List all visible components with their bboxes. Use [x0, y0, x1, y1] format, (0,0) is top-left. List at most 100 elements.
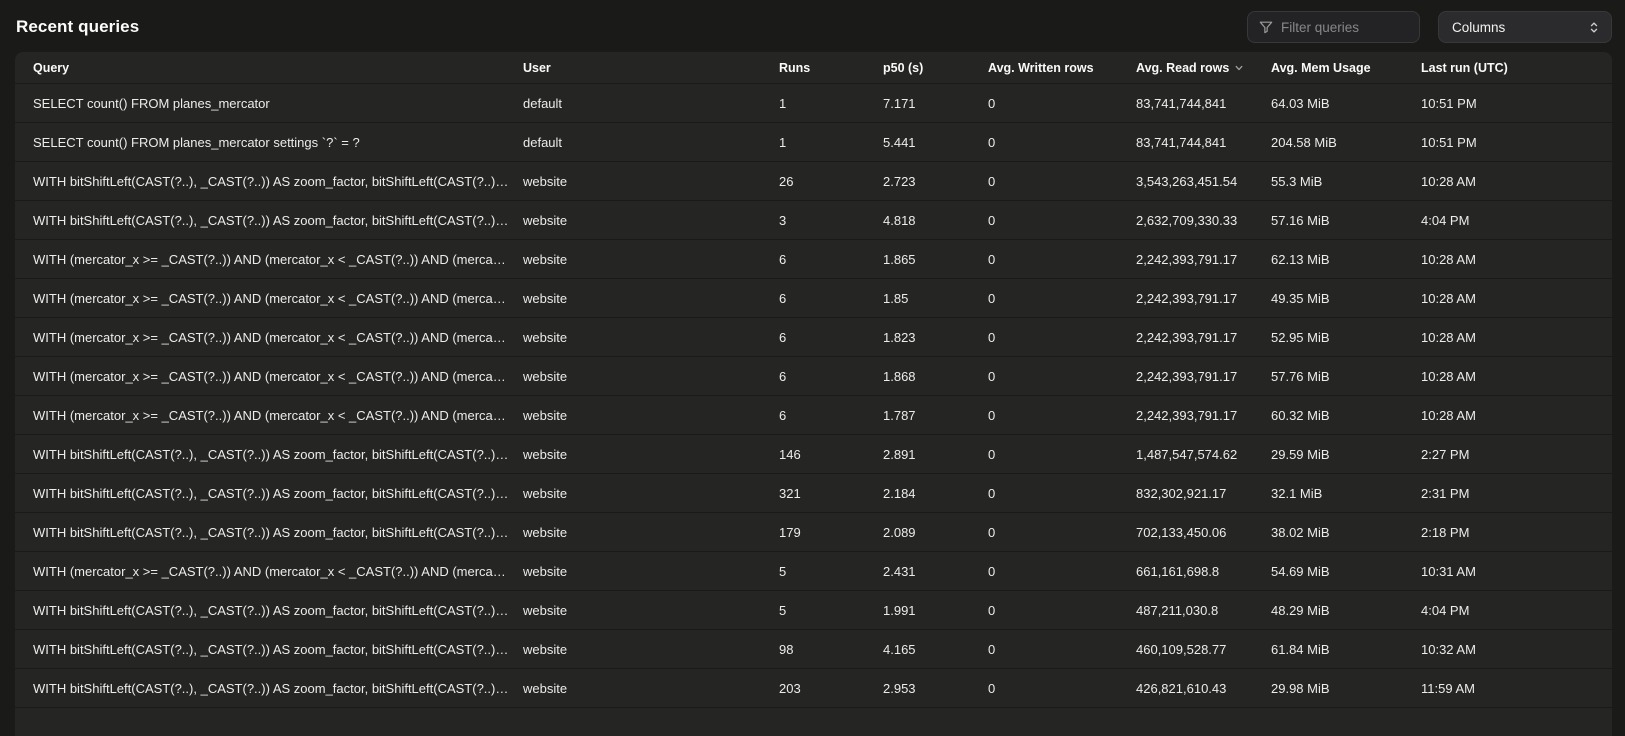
cell-runs: 26 [779, 174, 883, 189]
cell-user: website [523, 408, 779, 423]
table-row[interactable]: WITH bitShiftLeft(CAST(?..), _CAST(?..))… [15, 513, 1612, 552]
cell-mem-usage: 204.58 MiB [1271, 135, 1421, 150]
column-header-user[interactable]: User [523, 61, 779, 75]
cell-user: website [523, 486, 779, 501]
table-row[interactable]: WITH bitShiftLeft(CAST(?..), _CAST(?..))… [15, 435, 1612, 474]
columns-select[interactable]: Columns [1438, 11, 1612, 43]
cell-written-rows: 0 [988, 447, 1136, 462]
cell-query: WITH (mercator_x >= _CAST(?..)) AND (mer… [33, 564, 523, 579]
cell-user: default [523, 135, 779, 150]
cell-mem-usage: 62.13 MiB [1271, 252, 1421, 267]
cell-last-run: 10:51 PM [1421, 96, 1612, 111]
cell-mem-usage: 64.03 MiB [1271, 96, 1421, 111]
cell-runs: 146 [779, 447, 883, 462]
cell-runs: 98 [779, 642, 883, 657]
cell-query: WITH bitShiftLeft(CAST(?..), _CAST(?..))… [33, 525, 523, 540]
cell-p50: 1.865 [883, 252, 988, 267]
table-header-row: Query User Runs p50 (s) Avg. Written row… [15, 52, 1612, 84]
topbar: Recent queries Columns [0, 0, 1625, 52]
table-row[interactable]: SELECT count() FROM planes_mercator sett… [15, 123, 1612, 162]
cell-runs: 203 [779, 681, 883, 696]
column-header-runs[interactable]: Runs [779, 61, 883, 75]
cell-read-rows: 487,211,030.8 [1136, 603, 1271, 618]
cell-runs: 6 [779, 369, 883, 384]
cell-last-run: 10:31 AM [1421, 564, 1612, 579]
filter-queries-input[interactable] [1281, 20, 1409, 35]
cell-last-run: 10:32 AM [1421, 642, 1612, 657]
filter-queries-box[interactable] [1247, 11, 1420, 43]
table-row[interactable]: WITH (mercator_x >= _CAST(?..)) AND (mer… [15, 552, 1612, 591]
cell-runs: 6 [779, 330, 883, 345]
table-row[interactable]: WITH bitShiftLeft(CAST(?..), _CAST(?..))… [15, 591, 1612, 630]
cell-read-rows: 661,161,698.8 [1136, 564, 1271, 579]
cell-last-run: 2:31 PM [1421, 486, 1612, 501]
table-row[interactable]: WITH bitShiftLeft(CAST(?..), _CAST(?..))… [15, 474, 1612, 513]
cell-last-run: 10:28 AM [1421, 369, 1612, 384]
column-header-p50[interactable]: p50 (s) [883, 61, 988, 75]
cell-read-rows: 2,242,393,791.17 [1136, 369, 1271, 384]
cell-user: website [523, 564, 779, 579]
cell-read-rows: 2,242,393,791.17 [1136, 252, 1271, 267]
cell-runs: 321 [779, 486, 883, 501]
cell-p50: 4.165 [883, 642, 988, 657]
cell-runs: 3 [779, 213, 883, 228]
cell-query: WITH (mercator_x >= _CAST(?..)) AND (mer… [33, 369, 523, 384]
table-row[interactable]: WITH bitShiftLeft(CAST(?..), _CAST(?..))… [15, 630, 1612, 669]
column-header-query[interactable]: Query [33, 61, 523, 75]
cell-query: WITH bitShiftLeft(CAST(?..), _CAST(?..))… [33, 681, 523, 696]
table-row[interactable]: SELECT count() FROM planes_mercator defa… [15, 84, 1612, 123]
topbar-controls: Columns [1247, 11, 1612, 43]
cell-query: WITH bitShiftLeft(CAST(?..), _CAST(?..))… [33, 174, 523, 189]
page-title: Recent queries [16, 17, 139, 37]
cell-last-run: 4:04 PM [1421, 213, 1612, 228]
cell-runs: 1 [779, 135, 883, 150]
cell-mem-usage: 29.59 MiB [1271, 447, 1421, 462]
cell-p50: 2.184 [883, 486, 988, 501]
cell-query: WITH bitShiftLeft(CAST(?..), _CAST(?..))… [33, 213, 523, 228]
table-row[interactable]: WITH (mercator_x >= _CAST(?..)) AND (mer… [15, 396, 1612, 435]
table-row[interactable]: WITH (mercator_x >= _CAST(?..)) AND (mer… [15, 279, 1612, 318]
cell-read-rows: 83,741,744,841 [1136, 135, 1271, 150]
cell-last-run: 10:28 AM [1421, 330, 1612, 345]
cell-p50: 2.953 [883, 681, 988, 696]
cell-user: website [523, 330, 779, 345]
cell-written-rows: 0 [988, 642, 1136, 657]
table-row[interactable]: WITH bitShiftLeft(CAST(?..), _CAST(?..))… [15, 201, 1612, 240]
cell-query: WITH (mercator_x >= _CAST(?..)) AND (mer… [33, 291, 523, 306]
table-row[interactable]: WITH (mercator_x >= _CAST(?..)) AND (mer… [15, 318, 1612, 357]
table-row[interactable]: WITH (mercator_x >= _CAST(?..)) AND (mer… [15, 357, 1612, 396]
column-header-last-run[interactable]: Last run (UTC) [1421, 61, 1612, 75]
cell-written-rows: 0 [988, 603, 1136, 618]
cell-p50: 2.089 [883, 525, 988, 540]
table-row-partial[interactable] [15, 708, 1612, 736]
table-row[interactable]: WITH bitShiftLeft(CAST(?..), _CAST(?..))… [15, 669, 1612, 708]
cell-written-rows: 0 [988, 564, 1136, 579]
cell-query: WITH (mercator_x >= _CAST(?..)) AND (mer… [33, 330, 523, 345]
cell-written-rows: 0 [988, 291, 1136, 306]
column-header-avg-read-rows[interactable]: Avg. Read rows [1136, 61, 1271, 75]
cell-user: website [523, 525, 779, 540]
cell-runs: 5 [779, 603, 883, 618]
cell-written-rows: 0 [988, 330, 1136, 345]
table-row[interactable]: WITH (mercator_x >= _CAST(?..)) AND (mer… [15, 240, 1612, 279]
cell-read-rows: 460,109,528.77 [1136, 642, 1271, 657]
cell-p50: 7.171 [883, 96, 988, 111]
cell-read-rows: 702,133,450.06 [1136, 525, 1271, 540]
cell-query: WITH (mercator_x >= _CAST(?..)) AND (mer… [33, 252, 523, 267]
sort-chevron-down-icon [1234, 63, 1244, 73]
cell-p50: 5.441 [883, 135, 988, 150]
cell-last-run: 10:51 PM [1421, 135, 1612, 150]
table-row[interactable]: WITH bitShiftLeft(CAST(?..), _CAST(?..))… [15, 162, 1612, 201]
cell-mem-usage: 49.35 MiB [1271, 291, 1421, 306]
cell-mem-usage: 57.76 MiB [1271, 369, 1421, 384]
cell-p50: 2.891 [883, 447, 988, 462]
cell-p50: 1.85 [883, 291, 988, 306]
cell-query: WITH (mercator_x >= _CAST(?..)) AND (mer… [33, 408, 523, 423]
column-header-avg-written-rows[interactable]: Avg. Written rows [988, 61, 1136, 75]
column-header-avg-mem-usage[interactable]: Avg. Mem Usage [1271, 61, 1421, 75]
cell-written-rows: 0 [988, 486, 1136, 501]
cell-query: WITH bitShiftLeft(CAST(?..), _CAST(?..))… [33, 447, 523, 462]
cell-runs: 179 [779, 525, 883, 540]
cell-query: SELECT count() FROM planes_mercator [33, 96, 523, 111]
cell-mem-usage: 54.69 MiB [1271, 564, 1421, 579]
